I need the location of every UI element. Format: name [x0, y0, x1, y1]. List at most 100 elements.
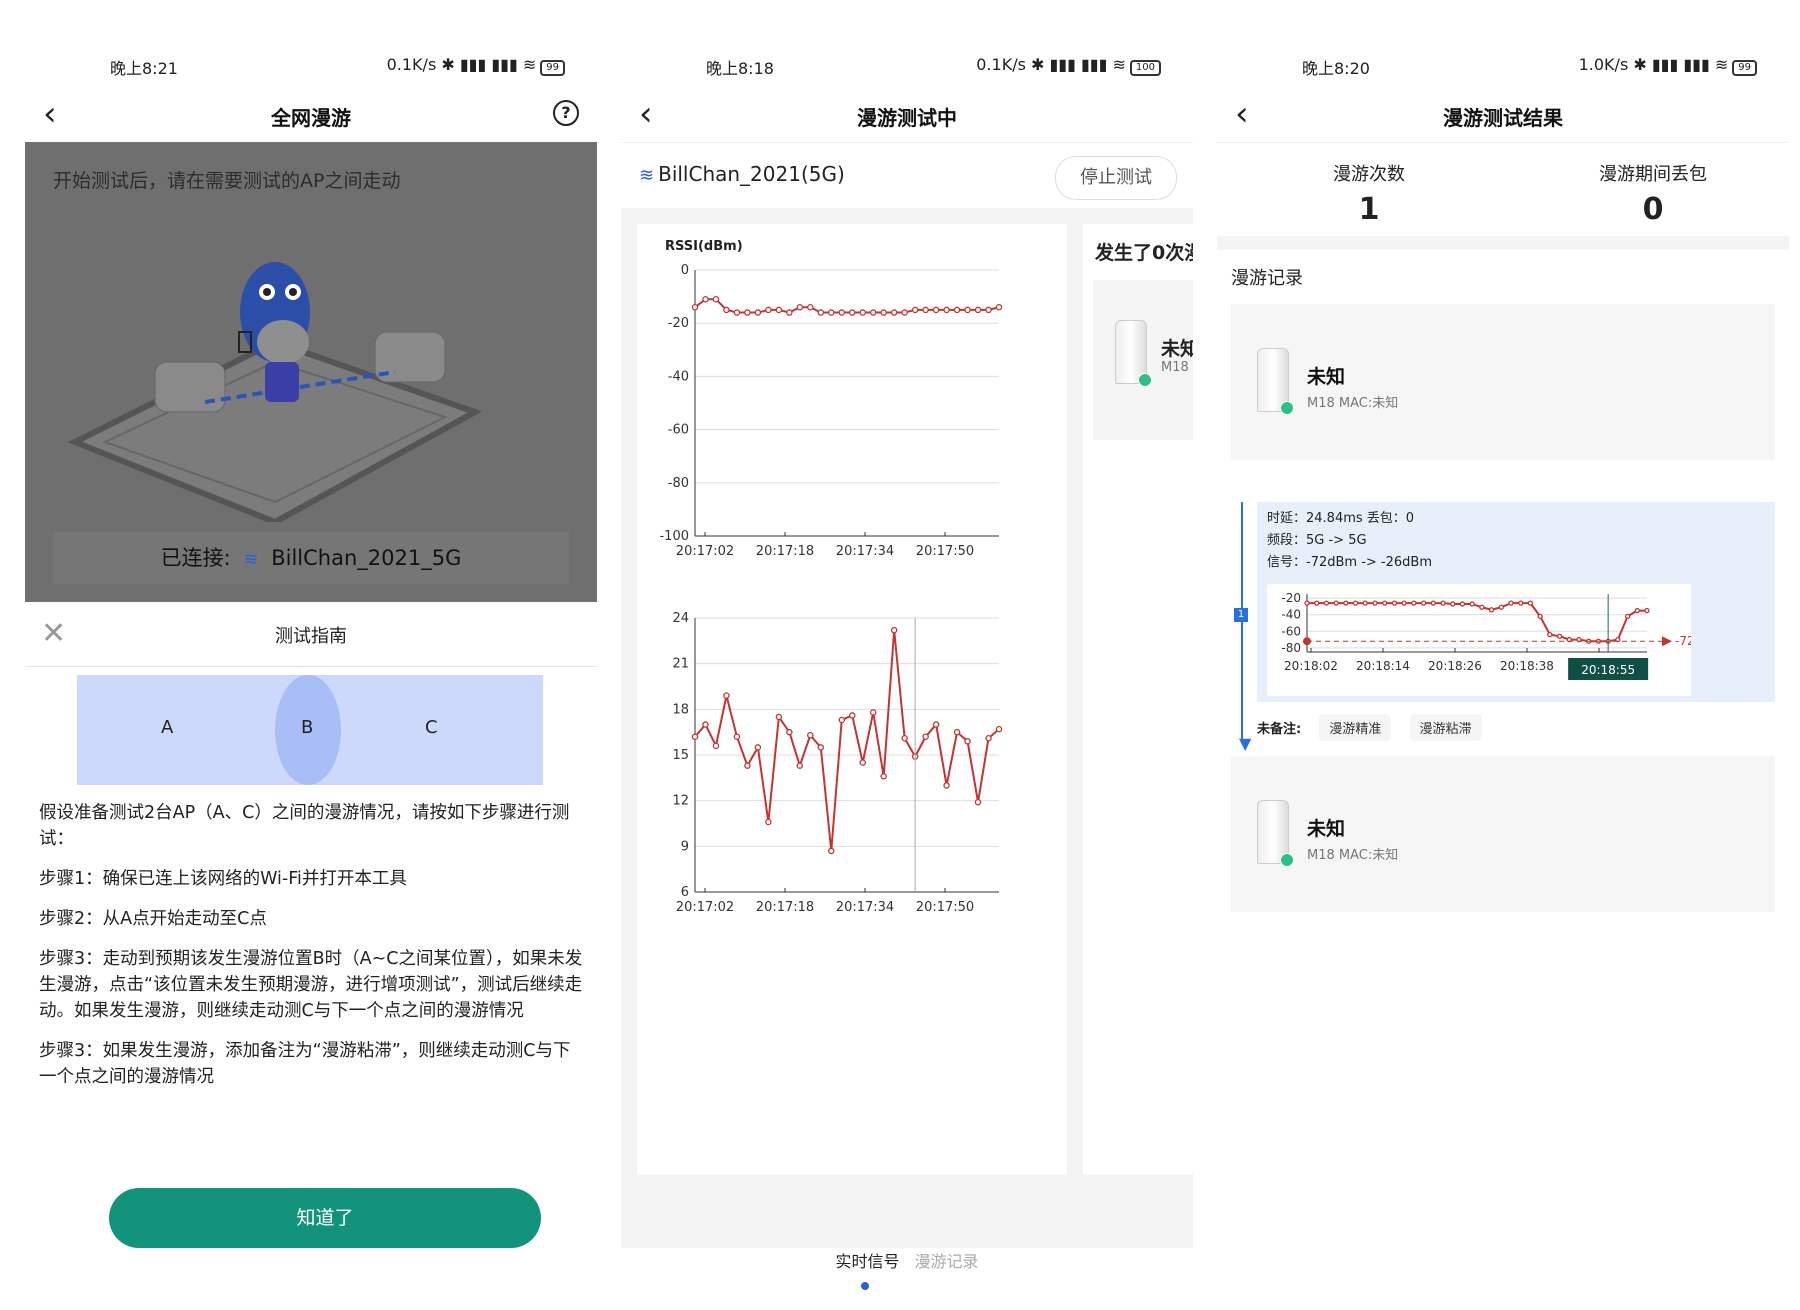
data-point: [1479, 604, 1485, 610]
realtime-chart-card: RSSI(dBm) 0 -20 -40 -60 -80 -100 20:17:02 20:17:…: [637, 224, 1067, 1174]
data-point: [1527, 600, 1534, 606]
data-point: [1547, 631, 1553, 638]
y-tick-label: 18: [672, 702, 689, 717]
data-point: [817, 309, 825, 316]
nav-bar: ‹ 漫游测试中: [621, 90, 1193, 143]
data-point: [985, 735, 992, 742]
status-bar: 晚上8:20 1.0K/s ✱ ▮▮▮ ▮▮▮ ≋ 99: [1217, 28, 1789, 90]
data-point: [754, 309, 762, 316]
x-tick-label: 20:17:02: [676, 900, 734, 915]
data-point: [964, 306, 971, 314]
data-point: [943, 782, 950, 789]
data-point: [880, 773, 887, 780]
data-point: [1343, 600, 1349, 606]
status-right: 1.0K/s ✱ ▮▮▮ ▮▮▮ ≋ 99: [1579, 55, 1757, 76]
threshold-label: -72: [1675, 634, 1691, 648]
online-dot: [1280, 401, 1294, 415]
data-point: [848, 712, 856, 719]
data-point: [1459, 601, 1466, 607]
device-sub: M18 MAC:未知: [1307, 848, 1399, 863]
event-signal: 信号：-72dBm -> -26dBm: [1267, 555, 1432, 570]
y-tick-label: 0: [681, 263, 689, 278]
x-tick-label: 20:18:02: [1284, 659, 1338, 673]
y-tick-label: -20: [668, 316, 689, 331]
page-title: 漫游测试中: [857, 106, 957, 130]
data-point: [1634, 607, 1640, 614]
data-point: [702, 296, 709, 303]
y-tick-label: -80: [668, 476, 689, 491]
data-point: [911, 306, 919, 314]
tab-realtime[interactable]: 实时信号: [835, 1252, 899, 1271]
battery-icon: 99: [1732, 60, 1757, 76]
data-point: [702, 721, 709, 728]
data-point: [744, 309, 751, 316]
rssi-chart: RSSI(dBm) 0 -20 -40 -60 -80 -10020:17:02 20:17:…: [659, 239, 1003, 559]
x-tick-label: 20:17:18: [756, 900, 814, 915]
series-line: [1307, 602, 1647, 643]
data-point: [953, 728, 961, 736]
data-point: [1440, 600, 1446, 606]
series-line: [694, 298, 1000, 314]
data-point: [828, 847, 835, 855]
data-point: [901, 309, 908, 316]
ok-button[interactable]: 知道了: [109, 1188, 541, 1248]
data-point: [1333, 600, 1339, 606]
guide-text: 假设准备测试2台AP（A、C）之间的漫游情况，请按如下步骤进行测试： 步骤1：确…: [39, 800, 583, 1104]
data-point: [796, 303, 804, 311]
data-point: [859, 309, 866, 316]
data-point: [932, 306, 940, 314]
threshold-start-dot: [1303, 637, 1311, 646]
tab-records[interactable]: 漫游记录: [915, 1252, 979, 1271]
y-tick-label: -60: [668, 423, 689, 438]
records-title: 漫游记录: [1231, 268, 1303, 289]
data-point: [869, 709, 877, 716]
device-card-from[interactable]: 未知 M18 MAC:未知: [1231, 304, 1775, 460]
data-point: [786, 728, 793, 736]
data-point: [964, 738, 971, 745]
chip-sticky[interactable]: 漫游粘滞: [1409, 714, 1482, 741]
y-tick-label: -60: [1281, 624, 1301, 638]
data-point: [1420, 600, 1427, 606]
data-point: [943, 306, 950, 314]
panel-network-roaming-guide: 晚上8:21 0.1K/s ✱ ▮▮▮ ▮▮▮ ≋ 99 ‹ 全网漫游 ? 开始测…: [25, 28, 597, 1298]
point-c: C: [425, 717, 438, 738]
roam-signal-chart: -20 -40 -60 -80 20:18:02 20:18:14 20:18:26 20:1…: [1281, 591, 1695, 680]
net-speed: 0.1K/s: [386, 55, 437, 74]
bottom-tabs: 实时信号 漫游记录: [621, 1248, 1193, 1298]
x-tick-label: 20:17:02: [676, 544, 734, 559]
data-point: [922, 733, 929, 740]
data-point: [733, 309, 741, 316]
device-sub: M18 MAC:未知: [1307, 396, 1399, 411]
data-point: [922, 306, 929, 314]
chart-title: RSSI(dBm): [665, 239, 743, 254]
wifi-icon: ≋: [639, 165, 655, 186]
battery-icon: 99: [540, 60, 565, 76]
data-point: [880, 309, 887, 316]
y-tick-label: -40: [668, 369, 689, 384]
data-point: [1391, 600, 1398, 606]
net-speed: 1.0K/s: [1578, 55, 1629, 74]
data-point: [838, 716, 846, 724]
x-tick-label: 20:17:50: [916, 900, 974, 915]
data-point: [838, 309, 846, 316]
net-speed: 0.1K/s: [976, 55, 1026, 74]
status-bar: 晚上8:21 0.1K/s ✱ ▮▮▮ ▮▮▮ ≋ 99: [25, 28, 597, 90]
data-point: [859, 759, 866, 766]
chip-accurate[interactable]: 漫游精准: [1319, 714, 1392, 741]
data-point: [712, 296, 720, 303]
device-card-to[interactable]: 未知 M18 MAC:未知: [1231, 756, 1775, 912]
data-point: [744, 762, 751, 769]
data-point: [1498, 604, 1504, 610]
data-point: [932, 721, 940, 728]
stop-test-button[interactable]: 停止测试: [1055, 156, 1177, 200]
help-icon[interactable]: ?: [553, 100, 579, 126]
roam-signal-chart-box: -20 -40 -60 -80 20:18:02 20:18:14 20:18:26 20:1…: [1267, 584, 1695, 696]
data-point: [985, 306, 992, 314]
y-tick-label: -80: [1281, 641, 1301, 655]
data-point: [1430, 600, 1436, 606]
connected-label: 已连接:: [160, 546, 231, 570]
guide-paragraph: 步骤3：如果发生漫游，添加备注为“漫游粘滞”，则继续走动测C与下一个点之间的漫游…: [39, 1041, 571, 1087]
page-indicator-dot: [861, 1282, 869, 1290]
y-tick-label: -100: [659, 529, 689, 544]
x-tick-label: 20:18:38: [1500, 659, 1554, 673]
